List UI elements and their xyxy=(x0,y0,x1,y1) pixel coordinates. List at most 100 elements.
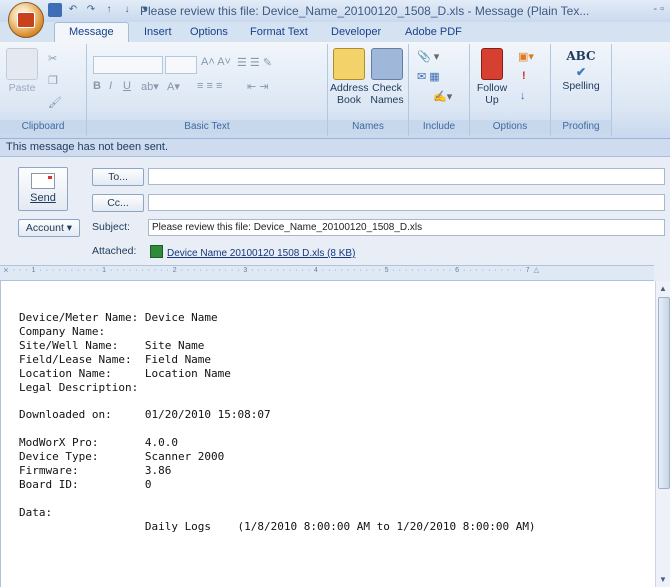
to-button[interactable]: To... xyxy=(92,168,144,186)
check-names-icon xyxy=(371,48,403,80)
account-label: Account xyxy=(25,222,64,234)
body-line: Legal Description: xyxy=(19,380,139,394)
font-color-icon[interactable]: A▾ xyxy=(167,80,180,93)
clipboard-group-label: Clipboard xyxy=(0,120,86,134)
cc-button[interactable]: Cc... xyxy=(92,194,144,212)
font-size-combo[interactable] xyxy=(165,56,197,74)
paste-label: Paste xyxy=(8,82,36,94)
send-label: Send xyxy=(30,192,56,204)
office-button[interactable] xyxy=(8,2,44,38)
underline-icon[interactable]: U xyxy=(123,80,131,92)
bold-icon[interactable]: B xyxy=(93,80,101,92)
tab-format-text[interactable]: Format Text xyxy=(250,26,308,38)
follow-up-label: Follow Up xyxy=(476,82,508,106)
tab-options[interactable]: Options xyxy=(190,26,228,38)
subject-label: Subject: xyxy=(92,221,130,233)
attached-label: Attached: xyxy=(92,245,137,257)
address-book-button[interactable]: Address Book xyxy=(330,48,369,106)
body-line xyxy=(19,394,536,408)
follow-up-flag-icon xyxy=(481,48,503,80)
tab-insert[interactable]: Insert xyxy=(144,26,172,38)
body-line: Daily Logs (1/8/2010 8:00:00 AM to 1/20/… xyxy=(19,519,536,533)
font-name-combo[interactable] xyxy=(93,56,163,74)
proofing-group-label: Proofing xyxy=(551,120,611,134)
spelling-abc-icon: ABC ✔ xyxy=(566,49,596,79)
names-group: Address Book Check Names Names xyxy=(328,44,409,136)
body-line: Location Name: Location Name xyxy=(19,366,231,380)
body-line: Field/Lease Name: Field Name xyxy=(19,352,212,366)
body-line xyxy=(19,422,536,436)
check-names-button[interactable]: Check Names xyxy=(368,48,406,106)
grow-font-icon[interactable]: A˄ A˅ xyxy=(201,56,231,68)
body-line: Data: xyxy=(19,505,53,519)
redo-icon[interactable]: ↷ xyxy=(84,3,98,17)
body-line: Downloaded on: 01/20/2010 15:08:07 xyxy=(19,408,271,422)
up-arrow-icon[interactable]: ↑ xyxy=(102,3,116,17)
signature-icon[interactable]: ✍▾ xyxy=(433,90,452,103)
body-line xyxy=(19,492,536,506)
names-group-label: Names xyxy=(328,120,408,134)
undo-icon[interactable]: ↶ xyxy=(66,3,80,17)
title-bar: ↶ ↷ ↑ ↓ ▾ Please review this file: Devic… xyxy=(0,0,670,23)
cut-icon[interactable]: ✂ xyxy=(48,52,57,65)
highlight-icon[interactable]: ab▾ xyxy=(141,80,159,93)
copy-icon[interactable]: ❐ xyxy=(48,74,58,87)
tab-developer[interactable]: Developer xyxy=(331,26,381,38)
account-button[interactable]: Account ▾ xyxy=(18,219,80,237)
align-icon[interactable]: ≡ ≡ ≡ xyxy=(197,80,222,92)
send-button[interactable]: Send xyxy=(18,167,68,211)
include-group: 📎 ▾ ✉ ▦ ✍▾ Include xyxy=(409,44,470,136)
tab-message[interactable]: Message xyxy=(54,22,129,42)
body-line: Firmware: 3.86 xyxy=(19,463,172,477)
down-arrow-icon[interactable]: ↓ xyxy=(120,3,134,17)
follow-up-button[interactable]: Follow Up xyxy=(472,48,512,106)
body-line: Company Name: xyxy=(19,324,106,338)
options-group: Follow Up ▣▾ ! ↓ Options xyxy=(470,44,551,136)
scroll-up-icon[interactable]: ▲ xyxy=(659,284,667,293)
format-painter-icon[interactable]: 🖌 xyxy=(48,96,62,109)
check-names-label: Check Names xyxy=(370,82,404,106)
proofing-group: ABC ✔ Spelling Proofing xyxy=(551,44,612,136)
low-importance-icon[interactable]: ↓ xyxy=(520,90,526,102)
attachment-link[interactable]: Device Name 20100120 1508 D.xls (8 KB) xyxy=(150,245,355,259)
send-envelope-icon xyxy=(31,173,55,189)
bullets-icon[interactable]: ☰ ☰ ✎ xyxy=(237,56,272,69)
indent-icon[interactable]: ⇤ ⇥ xyxy=(247,80,269,93)
subject-field[interactable]: Please review this file: Device_Name_201… xyxy=(148,219,665,236)
categorize-icon[interactable]: ▣▾ xyxy=(518,50,534,63)
spelling-button[interactable]: ABC ✔ Spelling xyxy=(555,48,607,92)
vertical-scrollbar[interactable]: ▲ ▼ xyxy=(655,281,670,587)
window-title: Please review this file: Device_Name_201… xyxy=(140,4,590,18)
clipboard-group: Paste ✂ ❐ 🖌 Clipboard xyxy=(0,44,87,136)
to-field[interactable] xyxy=(148,168,665,185)
address-book-label: Address Book xyxy=(330,82,369,106)
ribbon: Paste ✂ ❐ 🖌 Clipboard A˄ A˅ ☰ ☰ ✎ B I U … xyxy=(0,42,670,139)
scroll-thumb[interactable] xyxy=(658,297,670,489)
paste-icon xyxy=(6,48,38,80)
include-group-label: Include xyxy=(409,120,469,134)
attach-file-icon[interactable]: 📎 ▾ xyxy=(417,50,439,63)
body-line: Device Type: Scanner 2000 xyxy=(19,450,225,464)
body-line: Device/Meter Name: Device Name xyxy=(19,311,218,324)
save-icon[interactable] xyxy=(48,3,62,17)
spelling-label: Spelling xyxy=(562,80,600,92)
cc-field[interactable] xyxy=(148,194,665,211)
basic-text-group: A˄ A˅ ☰ ☰ ✎ B I U ab▾ A▾ ≡ ≡ ≡ ⇤ ⇥ Basic… xyxy=(87,44,328,136)
italic-icon[interactable]: I xyxy=(109,80,112,92)
high-importance-icon[interactable]: ! xyxy=(522,70,526,82)
ribbon-tabs: Message Insert Options Format Text Devel… xyxy=(0,22,670,42)
not-sent-infobar: This message has not been sent. xyxy=(0,139,670,157)
tab-adobe-pdf[interactable]: Adobe PDF xyxy=(405,26,462,38)
basic-text-group-label: Basic Text xyxy=(87,120,327,134)
excel-file-icon xyxy=(150,245,163,258)
scroll-down-icon[interactable]: ▼ xyxy=(659,575,667,584)
body-line: Site/Well Name: Site Name xyxy=(19,338,205,352)
body-line: ModWorX Pro: 4.0.0 xyxy=(19,436,178,450)
office-logo-icon xyxy=(17,12,35,28)
body-line: Board ID: 0 xyxy=(19,477,152,491)
ruler[interactable]: ⨯ · · · 1 · · · · · · · · · · 1 · · · · … xyxy=(0,265,654,281)
attach-item-icon[interactable]: ✉ ▦ xyxy=(417,70,440,83)
message-body[interactable]: Device/Meter Name: Device Name Company Na… xyxy=(0,281,655,587)
window-controls[interactable]: - ▫ xyxy=(653,3,664,15)
paste-button[interactable]: Paste xyxy=(4,48,40,94)
